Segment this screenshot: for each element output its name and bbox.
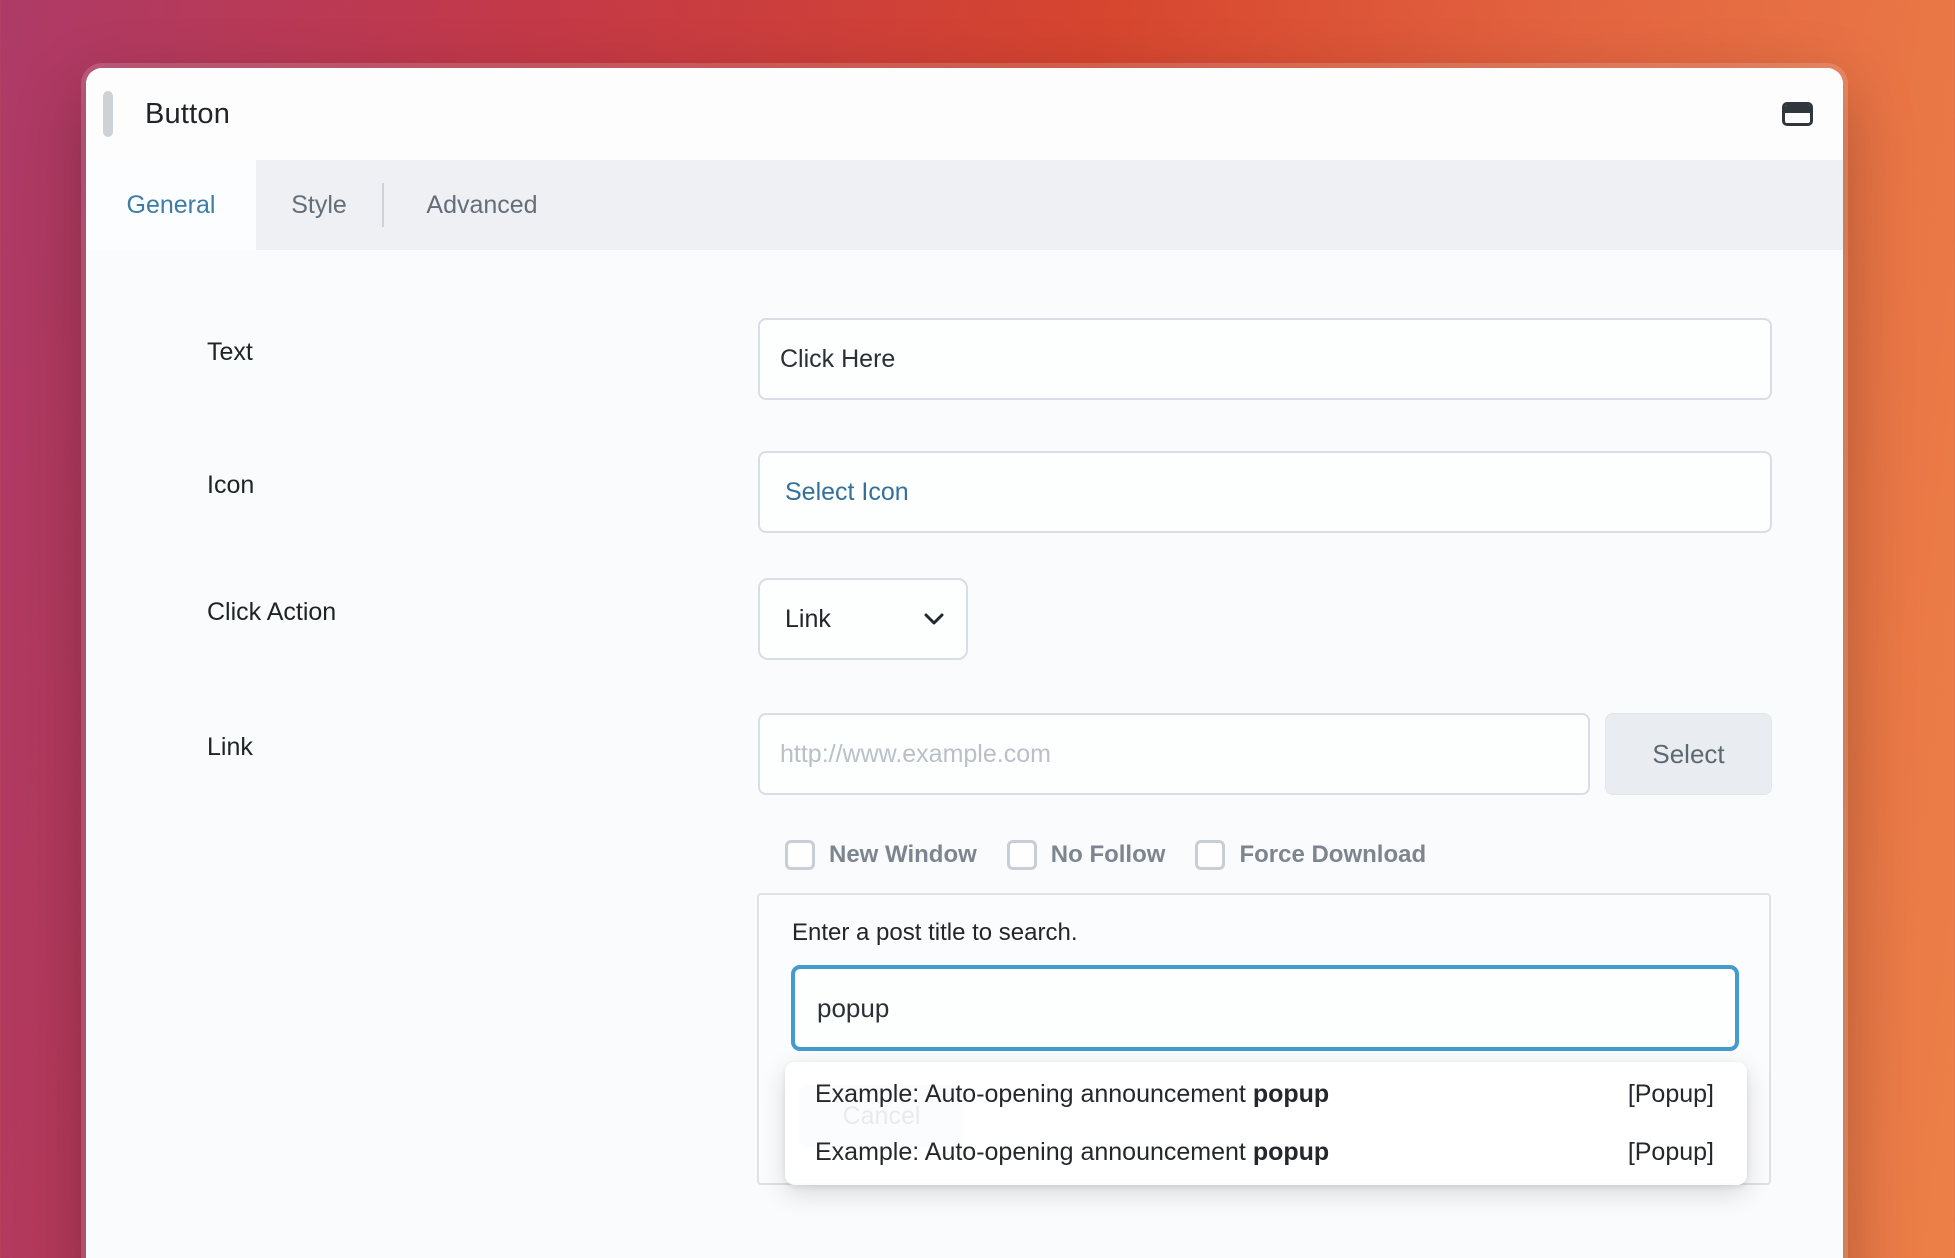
link-field-label: Link: [207, 713, 758, 795]
checkbox-icon[interactable]: [1007, 840, 1037, 870]
button-settings-dialog: Button General Style Advanced Text Icon …: [86, 68, 1843, 1258]
search-result-item[interactable]: Example: Auto-opening announcement popup…: [785, 1124, 1747, 1182]
result-title: Example: Auto-opening announcement: [815, 1080, 1253, 1109]
new-window-checkbox[interactable]: New Window: [785, 840, 977, 870]
checkbox-icon[interactable]: [1195, 840, 1225, 870]
search-results-dropdown: Example: Auto-opening announcement popup…: [785, 1062, 1747, 1185]
drag-handle[interactable]: [103, 91, 113, 137]
window-icon[interactable]: [1782, 102, 1813, 126]
link-options-row: New Window No Follow Force Download: [785, 838, 1772, 872]
text-field-row: Text: [207, 318, 1772, 400]
post-search-input[interactable]: [791, 965, 1739, 1051]
dialog-title: Button: [145, 98, 230, 131]
icon-field-row: Icon Select Icon: [207, 451, 1772, 533]
dialog-header: Button: [86, 68, 1843, 160]
search-result-item[interactable]: Example: Auto-opening announcement popup…: [785, 1065, 1747, 1123]
link-field-row: Link Select: [207, 713, 1772, 795]
click-action-label: Click Action: [207, 578, 758, 660]
click-action-selected-value: Link: [785, 605, 831, 634]
result-type-badge: [Popup]: [1628, 1138, 1714, 1167]
icon-field-label: Icon: [207, 451, 758, 533]
checkbox-icon[interactable]: [785, 840, 815, 870]
result-match-highlight: popup: [1253, 1080, 1329, 1109]
new-window-label: New Window: [829, 841, 977, 869]
tab-bar: General Style Advanced: [86, 160, 1843, 250]
icon-picker-box: Select Icon: [758, 451, 1772, 533]
no-follow-label: No Follow: [1051, 841, 1166, 869]
button-text-input[interactable]: [758, 318, 1772, 400]
force-download-label: Force Download: [1239, 841, 1426, 869]
tab-general[interactable]: General: [86, 160, 256, 250]
result-title: Example: Auto-opening announcement: [815, 1138, 1253, 1167]
select-icon-link[interactable]: Select Icon: [785, 478, 909, 507]
tab-style[interactable]: Style: [256, 160, 382, 250]
post-search-panel: Enter a post title to search. Cancel Exa…: [757, 893, 1771, 1185]
link-select-button[interactable]: Select: [1605, 713, 1772, 795]
no-follow-checkbox[interactable]: No Follow: [1007, 840, 1166, 870]
settings-form: Text Icon Select Icon Click Action Link: [86, 250, 1843, 1185]
click-action-row: Click Action Link: [207, 578, 1772, 660]
chevron-down-icon: [924, 613, 944, 625]
tab-advanced[interactable]: Advanced: [384, 160, 580, 250]
result-type-badge: [Popup]: [1628, 1080, 1714, 1109]
post-search-hint: Enter a post title to search.: [792, 919, 1077, 947]
click-action-select[interactable]: Link: [758, 578, 968, 660]
link-url-input[interactable]: [758, 713, 1590, 795]
result-match-highlight: popup: [1253, 1138, 1329, 1167]
text-field-label: Text: [207, 318, 758, 400]
force-download-checkbox[interactable]: Force Download: [1195, 840, 1426, 870]
